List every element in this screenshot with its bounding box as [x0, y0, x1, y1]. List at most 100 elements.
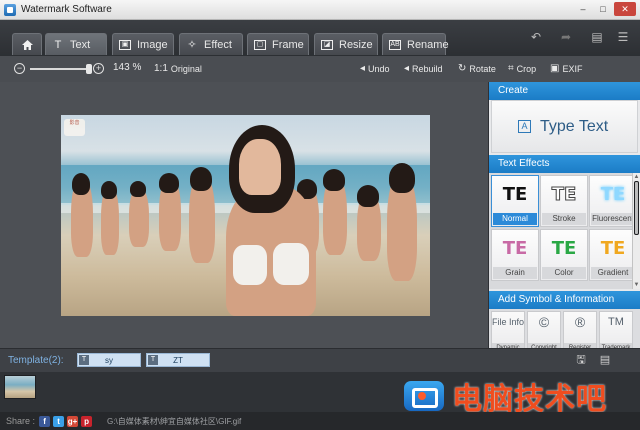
- site-logo-icon: [404, 381, 444, 411]
- rotate-icon: ↻: [458, 63, 467, 74]
- title-bar: Watermark Software – □ ✕: [0, 0, 640, 20]
- photo-figure: [190, 167, 212, 191]
- template-item[interactable]: T ZT: [146, 353, 210, 367]
- type-text-icon: A: [518, 120, 531, 133]
- scroll-up-icon[interactable]: ▲: [633, 174, 640, 180]
- template-count-label: Template(2):: [8, 355, 64, 366]
- exif-icon: ▣: [550, 63, 560, 74]
- undo-history-icon[interactable]: ↶: [522, 24, 550, 50]
- tab-text-label: Text: [70, 38, 91, 51]
- tab-text[interactable]: T Text: [45, 33, 107, 55]
- file-path: G:\自媒体素材\绅宜自媒体社区\GIF.gif: [107, 416, 242, 426]
- crop-button[interactable]: ⌗ Crop: [508, 63, 536, 74]
- undo-button[interactable]: ◂ Undo: [360, 63, 390, 74]
- maximize-button[interactable]: □: [594, 2, 612, 16]
- magic-wand-icon: ✧: [187, 39, 197, 51]
- rename-icon: AB: [389, 39, 401, 50]
- effect-normal-label: Normal: [493, 213, 537, 225]
- photo-figure: [389, 163, 415, 193]
- rebuild-label: Rebuild: [412, 63, 443, 74]
- effect-fluorescent[interactable]: TE Fluorescent: [589, 175, 637, 227]
- effect-stroke-label: Stroke: [542, 213, 586, 225]
- effects-scrollbar[interactable]: ▲ ▼: [632, 173, 640, 289]
- template-bar: Template(2): T sy T ZT 🖫 ▤: [0, 348, 640, 372]
- photo-figure: [101, 181, 117, 199]
- effect-gradient-label: Gradient: [591, 267, 635, 279]
- create-header: Create: [489, 82, 640, 100]
- template-item[interactable]: T sy: [77, 353, 141, 367]
- text-effects-grid: TE Normal TE Stroke TE Fluorescent TE Gr…: [489, 173, 640, 289]
- effect-grain[interactable]: TE Grain: [491, 229, 539, 281]
- text-effects-header: Text Effects: [489, 155, 640, 173]
- effect-color[interactable]: TE Color: [540, 229, 588, 281]
- effect-normal-glyph: TE: [502, 184, 528, 205]
- facebook-icon[interactable]: f: [39, 415, 51, 427]
- tab-image-label: Image: [137, 38, 168, 51]
- photo-figure: [239, 139, 281, 195]
- menu-icon[interactable]: ☰: [609, 24, 637, 50]
- image-thumbnail[interactable]: [4, 375, 36, 399]
- tab-frame[interactable]: ▢ Frame: [247, 33, 309, 55]
- save-template-icon[interactable]: 🖫: [575, 354, 587, 366]
- undo-label: Undo: [368, 63, 390, 74]
- tab-effect-label: Effect: [204, 38, 232, 51]
- google-plus-icon[interactable]: g+: [67, 415, 79, 427]
- pinterest-icon[interactable]: p: [81, 415, 93, 427]
- copyright-icon: ©: [538, 314, 550, 330]
- status-bar: Share : f t g+ p G:\自媒体素材\绅宜自媒体社区\GIF.gi…: [0, 412, 640, 430]
- zoom-out-icon[interactable]: −: [14, 63, 25, 74]
- original-size-button[interactable]: 1:1 Original: [154, 63, 202, 74]
- effect-gradient[interactable]: TE Gradient: [589, 229, 637, 281]
- scrollbar-thumb[interactable]: [634, 181, 639, 235]
- type-text-button[interactable]: A Type Text: [491, 100, 638, 153]
- zoom-slider[interactable]: [30, 68, 88, 70]
- photo-figure: [323, 169, 345, 191]
- close-button[interactable]: ✕: [614, 2, 636, 16]
- original-size-icon: 1:1: [154, 63, 168, 74]
- zoom-slider-knob[interactable]: [86, 64, 92, 74]
- resize-icon: ◪: [321, 39, 333, 50]
- image-canvas[interactable]: 影音: [0, 82, 488, 348]
- main-toolbar: T Text ▣ Image ✧ Effect ▢ Frame ◪ Resize…: [0, 20, 640, 56]
- photo-figure: [273, 243, 309, 285]
- redo-history-icon[interactable]: ➦: [552, 24, 580, 50]
- photo-stamp: 影音: [64, 119, 85, 136]
- image-toolbar: − + 143 % 1:1 Original ◂ Undo ◂ Rebuild …: [0, 56, 496, 82]
- effect-color-glyph: TE: [551, 238, 577, 259]
- tab-image[interactable]: ▣ Image: [112, 33, 174, 55]
- effect-stroke-glyph: TE: [551, 184, 577, 206]
- filmstrip: 电脑技术吧: [0, 372, 640, 417]
- photo-figure: [130, 181, 146, 197]
- minimize-button[interactable]: –: [574, 2, 592, 16]
- text-template-icon: T: [79, 355, 89, 365]
- chat-icon[interactable]: ▤: [583, 24, 611, 50]
- exif-label: EXIF: [562, 63, 583, 74]
- beach-photo[interactable]: 影音: [61, 115, 430, 316]
- effect-grain-label: Grain: [493, 267, 537, 279]
- tab-resize[interactable]: ◪ Resize: [314, 33, 378, 55]
- tab-home[interactable]: [12, 33, 42, 55]
- original-size-label: Original: [170, 63, 202, 74]
- trademark-icon: TM: [608, 316, 624, 328]
- undo-icon: ◂: [360, 63, 366, 74]
- zoom-in-icon[interactable]: +: [93, 63, 104, 74]
- symbol-header: Add Symbol & Information: [489, 291, 640, 309]
- exif-button[interactable]: ▣ EXIF: [550, 63, 582, 74]
- tab-effect[interactable]: ✧ Effect: [179, 33, 243, 55]
- share-label: Share :: [6, 416, 36, 426]
- twitter-icon[interactable]: t: [53, 415, 65, 427]
- rotate-button[interactable]: ↻ Rotate: [458, 63, 496, 74]
- site-watermark: 电脑技术吧: [404, 379, 607, 417]
- rebuild-button[interactable]: ◂ Rebuild: [404, 63, 443, 74]
- effect-normal[interactable]: TE Normal: [491, 175, 539, 227]
- effect-stroke[interactable]: TE Stroke: [540, 175, 588, 227]
- text-template-icon: T: [148, 355, 158, 365]
- scroll-down-icon[interactable]: ▼: [633, 282, 640, 288]
- registered-icon: ®: [574, 314, 586, 330]
- photo-figure: [159, 173, 179, 193]
- tab-resize-label: Resize: [339, 38, 373, 51]
- tab-rename[interactable]: AB Rename: [382, 33, 449, 55]
- crop-label: Crop: [516, 63, 537, 74]
- template-list-icon[interactable]: ▤: [599, 354, 611, 366]
- image-icon: ▣: [119, 39, 131, 50]
